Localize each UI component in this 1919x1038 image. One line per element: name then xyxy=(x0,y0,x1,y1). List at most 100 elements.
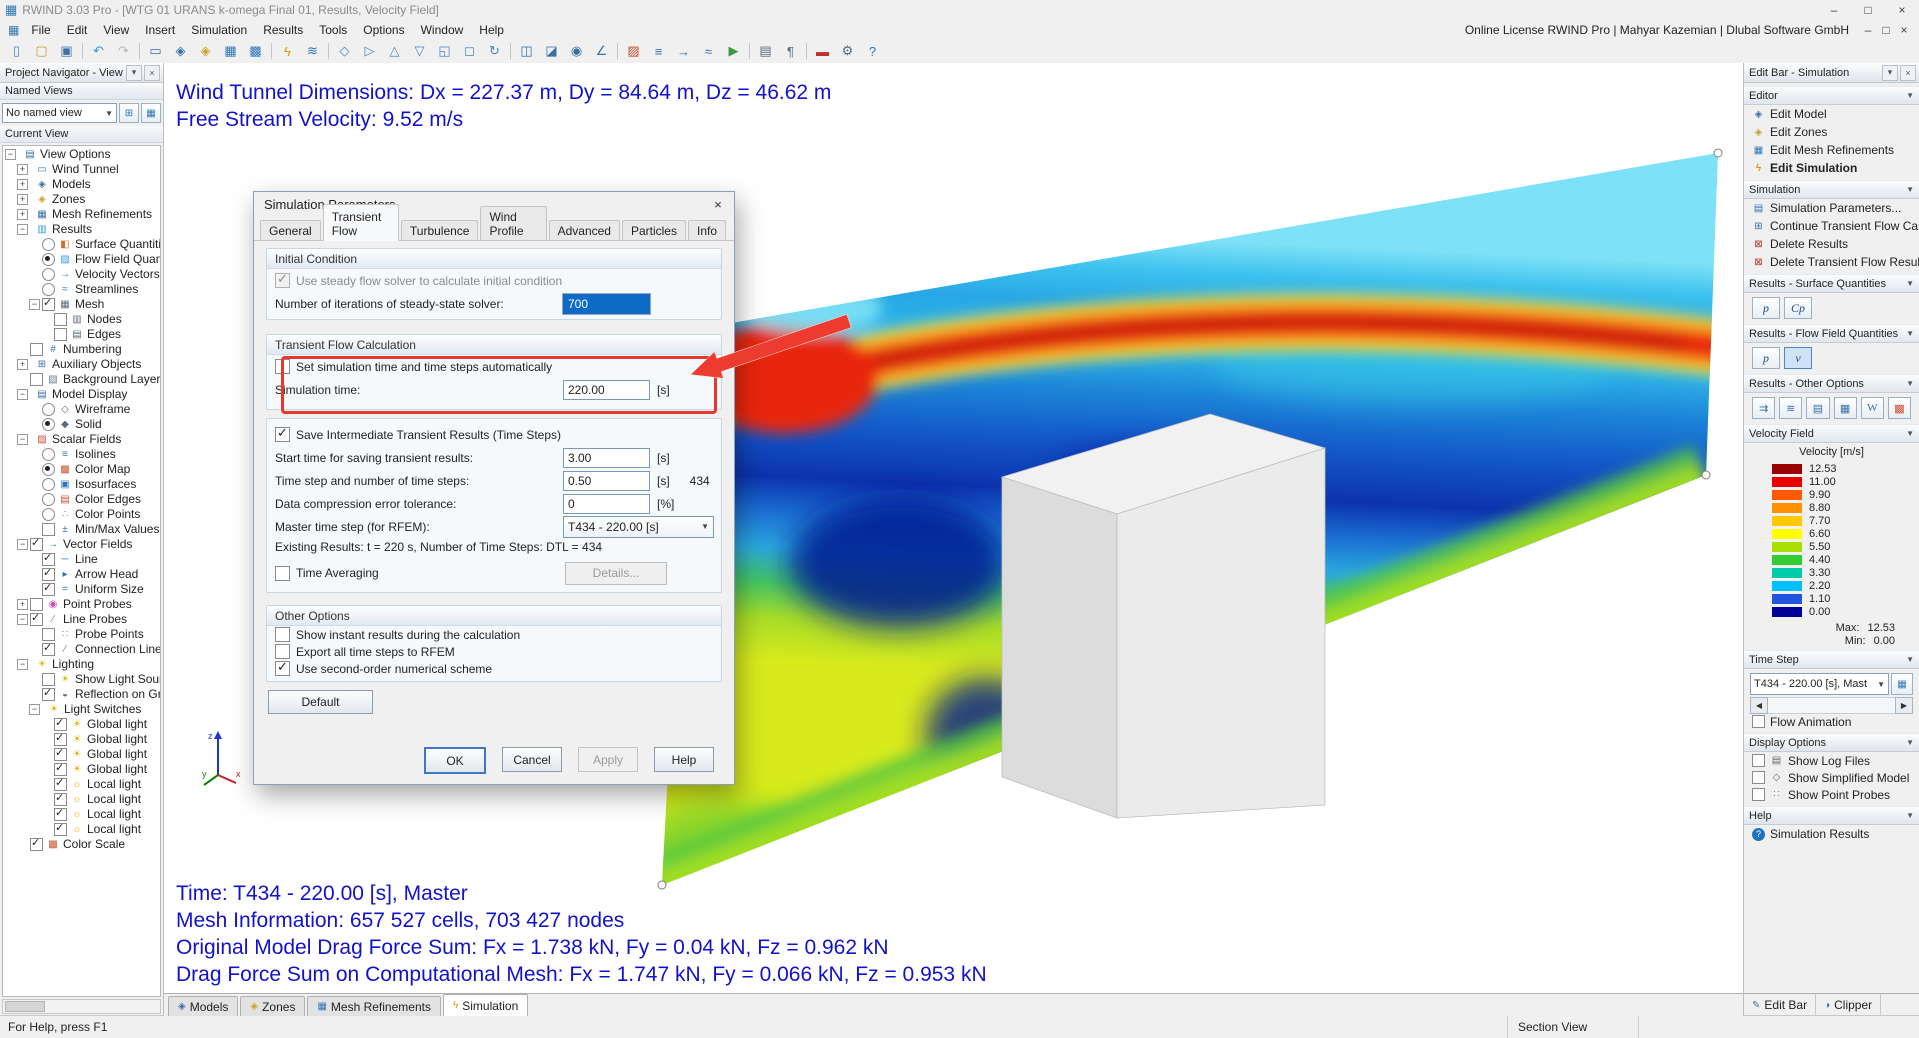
expand-toggle-icon[interactable] xyxy=(41,720,52,729)
undo[interactable]: ↶ xyxy=(86,40,111,63)
tree-item[interactable]: ▨ Flow Field Quantities xyxy=(3,252,160,267)
dialog-button[interactable]: Cancel xyxy=(502,747,562,772)
start-time-input[interactable]: 3.00 xyxy=(563,448,650,468)
time-step-select[interactable]: T434 - 220.00 [s], Mast ▼ xyxy=(1750,673,1889,695)
previous-step-icon[interactable]: ◀ xyxy=(1750,697,1768,714)
close-panel-icon[interactable]: × xyxy=(1900,65,1916,81)
expand-toggle-icon[interactable] xyxy=(29,450,40,459)
expand-toggle-icon[interactable] xyxy=(17,224,28,235)
display-option-checkbox[interactable] xyxy=(1752,788,1765,801)
mesh-refinement[interactable]: ▩ xyxy=(243,40,268,63)
tree-item[interactable]: ▭ Wind Tunnel xyxy=(3,162,160,177)
tree-item[interactable]: ◒ Reflection on Ground xyxy=(3,687,160,702)
tree-checkbox[interactable] xyxy=(54,793,67,806)
tree-item[interactable]: ☀ Light Switches xyxy=(3,702,160,717)
close-icon[interactable]: × xyxy=(1885,0,1919,20)
dialog-tab[interactable]: Advanced xyxy=(549,220,620,240)
wind-tunnel[interactable]: ▭ xyxy=(143,40,168,63)
simulation-time-input[interactable]: 220.00 xyxy=(563,380,650,400)
dialog-tab[interactable]: Turbulence xyxy=(401,220,479,240)
master-time-step-select[interactable]: T434 - 220.00 [s] ▼ xyxy=(563,516,714,538)
other-option-checkbox[interactable] xyxy=(275,661,290,676)
tree-checkbox[interactable] xyxy=(42,268,55,281)
section-plane[interactable]: ◫ xyxy=(514,40,539,63)
tree-checkbox[interactable] xyxy=(42,493,55,506)
pin-icon[interactable]: ▾ xyxy=(1882,65,1898,81)
simulation[interactable]: ϟ xyxy=(275,40,300,63)
expand-toggle-icon[interactable] xyxy=(41,315,52,324)
results-other-options-header[interactable]: Results - Other Options ▼ xyxy=(1744,374,1919,393)
tree-item[interactable]: ▧ Background Layers xyxy=(3,372,160,387)
dialog-tab[interactable]: General xyxy=(260,220,321,240)
dialog-tab[interactable]: Particles xyxy=(622,220,686,240)
edit-bar-item[interactable]: ⊠ Delete Results xyxy=(1744,235,1919,253)
app-menu-icon[interactable]: ▦ xyxy=(8,23,19,37)
expand-toggle-icon[interactable] xyxy=(17,840,28,849)
tree-item[interactable]: ◇ Wireframe xyxy=(3,402,160,417)
menu-item[interactable]: Edit xyxy=(59,22,96,38)
tree-checkbox[interactable] xyxy=(54,808,67,821)
cube-model[interactable] xyxy=(1002,414,1325,818)
tree-checkbox[interactable] xyxy=(54,748,67,761)
zones[interactable]: ◈ xyxy=(193,40,218,63)
expand-toggle-icon[interactable] xyxy=(41,765,52,774)
expand-toggle-icon[interactable] xyxy=(29,704,40,715)
time-step-track[interactable] xyxy=(1768,697,1895,714)
menu-item[interactable]: Simulation xyxy=(183,22,255,38)
tree-item[interactable]: ▩ Color Map xyxy=(3,462,160,477)
result-option-button[interactable]: W xyxy=(1861,397,1884,419)
named-view-select[interactable]: No named view ▼ xyxy=(2,103,117,123)
expand-toggle-icon[interactable] xyxy=(29,525,40,534)
tree-item[interactable]: ▤ View Options xyxy=(3,147,160,162)
rotate-view[interactable]: ↻ xyxy=(482,40,507,63)
tree-item[interactable]: ▥ Nodes xyxy=(3,312,160,327)
compute[interactable]: ≋ xyxy=(300,40,325,63)
save-project[interactable]: ▣ xyxy=(54,40,79,63)
tolerance-input[interactable]: 0 xyxy=(563,494,650,514)
expand-toggle-icon[interactable] xyxy=(29,420,40,429)
save-intermediate-checkbox[interactable] xyxy=(275,427,290,442)
tree-item[interactable]: ◧ Surface Quantities xyxy=(3,237,160,252)
other-option-checkbox[interactable] xyxy=(275,627,290,642)
surface-quantity-button[interactable]: p xyxy=(1752,297,1780,319)
toolbar-button[interactable] xyxy=(139,43,140,59)
time-step-header[interactable]: Time Step ▼ xyxy=(1744,650,1919,669)
tree-item[interactable]: ☀ Global light xyxy=(3,717,160,732)
tree-item[interactable]: ☀ Lighting xyxy=(3,657,160,672)
menu-item[interactable]: File xyxy=(23,22,58,38)
dialog-button[interactable]: Apply xyxy=(578,747,638,772)
tree-checkbox[interactable] xyxy=(54,313,67,326)
expand-toggle-icon[interactable] xyxy=(17,389,28,400)
expand-toggle-icon[interactable] xyxy=(41,735,52,744)
menu-item[interactable]: Results xyxy=(255,22,311,38)
flow-field-quantity-button[interactable]: v xyxy=(1784,347,1812,369)
menu-item[interactable]: Window xyxy=(413,22,472,38)
view-isometric[interactable]: ◇ xyxy=(332,40,357,63)
tree-item[interactable]: ◆ Solid xyxy=(3,417,160,432)
tree-item[interactable]: ≈ Streamlines xyxy=(3,282,160,297)
tree-checkbox[interactable] xyxy=(42,583,55,596)
tree-item[interactable]: ☀ Show Light Sources xyxy=(3,672,160,687)
tree-checkbox[interactable] xyxy=(54,778,67,791)
expand-toggle-icon[interactable] xyxy=(17,659,28,670)
manage-views-button[interactable]: ▦ xyxy=(141,103,161,123)
toolbar-button[interactable] xyxy=(510,43,511,59)
expand-toggle-icon[interactable] xyxy=(29,645,40,654)
menu-item[interactable]: View xyxy=(95,22,137,38)
dimensions[interactable]: ∠ xyxy=(589,40,614,63)
mdi-window-control-icon[interactable]: – xyxy=(1859,23,1877,37)
expand-toggle-icon[interactable] xyxy=(17,359,28,370)
expand-toggle-icon[interactable] xyxy=(29,270,40,279)
expand-toggle-icon[interactable] xyxy=(17,179,28,190)
dialog-button[interactable]: OK xyxy=(424,747,486,774)
mesh[interactable]: ▦ xyxy=(218,40,243,63)
tree-item[interactable]: ▥ Results xyxy=(3,222,160,237)
mdi-window-control-icon[interactable]: □ xyxy=(1877,23,1895,37)
model[interactable]: ◈ xyxy=(168,40,193,63)
scrollbar-thumb[interactable] xyxy=(5,1001,45,1012)
surface-quantities-header[interactable]: Results - Surface Quantities ▼ xyxy=(1744,274,1919,293)
tree-item[interactable]: ☼ Local light xyxy=(3,777,160,792)
tree-checkbox[interactable] xyxy=(42,523,55,536)
toolbar-button[interactable] xyxy=(749,43,750,59)
tree-item[interactable]: ☀ Global light xyxy=(3,732,160,747)
